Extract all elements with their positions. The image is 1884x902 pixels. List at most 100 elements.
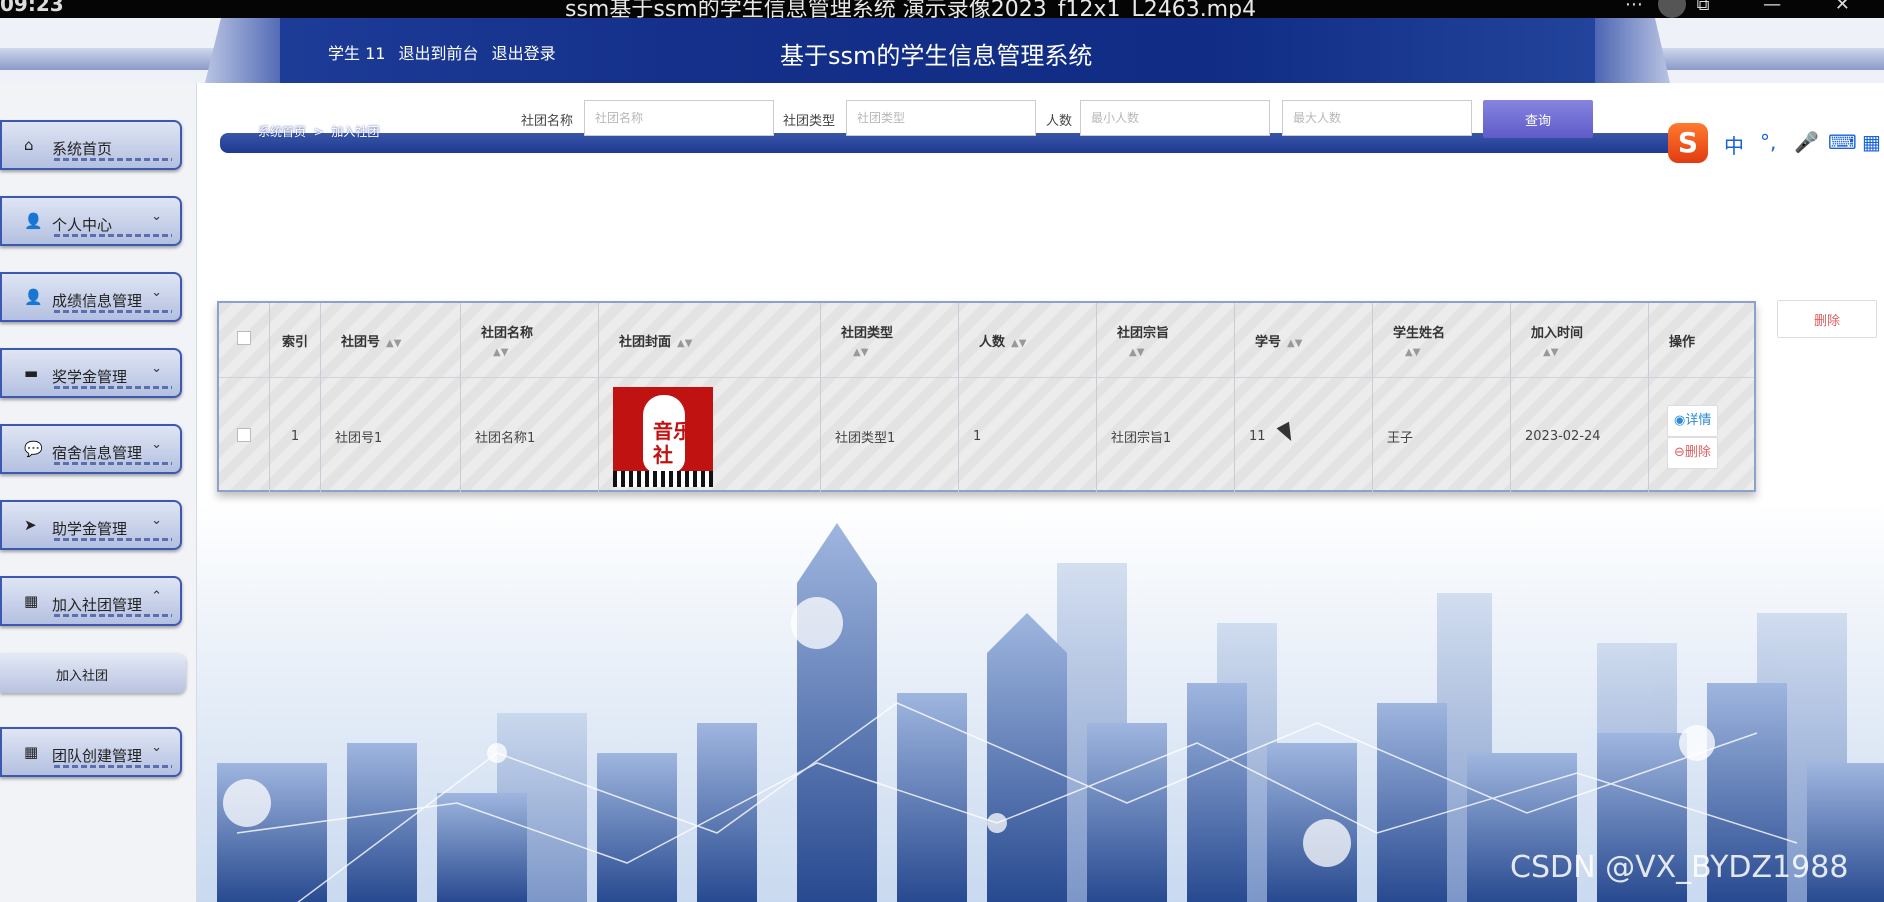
sidebar-item-dorm[interactable]: 💬 宿舍信息管理 ⌄ [0, 424, 182, 474]
col-purpose[interactable]: 社团宗旨 ▲▼ [1096, 303, 1235, 378]
app-header: 学生 11 退出到前台 退出登录 基于ssm的学生信息管理系统 [0, 18, 1884, 83]
cell-club-name: 社团名称1 [460, 377, 599, 495]
select-all-header [219, 303, 270, 378]
club-table: 索引 社团号 ▲▼ 社团名称 ▲▼ 社团封面 ▲▼ 社团类型 ▲▼ 人数 ▲▼ 社团宗旨 ▲… [217, 301, 1756, 495]
menu-stripe [54, 310, 172, 313]
chevron-down-icon: ⌄ [151, 513, 162, 528]
col-student-no[interactable]: 学号 ▲▼ [1234, 303, 1373, 378]
cell-club-no: 社团号1 [320, 377, 461, 495]
sidebar-item-grades[interactable]: 👤 成绩信息管理 ⌄ [0, 272, 182, 322]
sidebar-item-label: 成绩信息管理 [52, 292, 143, 310]
col-ops: 操作 [1648, 303, 1754, 378]
microphone-icon[interactable]: 🎤 [1794, 130, 1819, 154]
chinese-mode-icon[interactable]: 中 [1724, 130, 1744, 159]
send-icon: ➤ [24, 516, 37, 534]
cell-index: 1 [269, 377, 321, 495]
piano-keys [613, 470, 713, 487]
sort-icon[interactable]: ▲▼ [677, 338, 692, 349]
detail-button[interactable]: ◉详情 [1667, 404, 1719, 437]
cell-club-type: 社团类型1 [820, 377, 959, 495]
club-name-label: 社团名称 [521, 114, 574, 129]
sort-icon[interactable]: ▲▼ [1543, 347, 1647, 358]
sort-icon[interactable]: ▲▼ [853, 347, 957, 358]
delete-label: 删除 [1684, 444, 1711, 460]
punctuation-icon[interactable]: °, [1760, 130, 1776, 154]
ime-toolbar: S 中 °, 🎤 ⌨ ▦ [1668, 120, 1884, 164]
sidebar-item-label: 个人中心 [52, 216, 113, 234]
col-club-type[interactable]: 社团类型 ▲▼ [820, 303, 959, 378]
sort-icon[interactable]: ▲▼ [1129, 347, 1233, 358]
card-icon: ▬ [24, 364, 39, 382]
col-student-name[interactable]: 学生姓名 ▲▼ [1372, 303, 1511, 378]
sidebar-subitem-join-club[interactable]: 加入社团 [0, 653, 186, 693]
header-wing-left [205, 18, 285, 83]
sort-icon[interactable]: ▲▼ [386, 338, 401, 349]
menu-stripe [54, 234, 172, 237]
sidebar-item-label: 团队创建管理 [52, 747, 143, 765]
sidebar-item-label: 助学金管理 [52, 520, 128, 538]
sort-icon[interactable]: ▲▼ [493, 347, 597, 358]
sidebar-item-label: 加入社团管理 [52, 596, 143, 614]
sidebar-item-personal[interactable]: 👤 个人中心 ⌄ [0, 196, 182, 246]
max-count-input[interactable] [1282, 100, 1472, 136]
breadcrumb-current: 加入社团 [331, 125, 380, 139]
user-icon: 👤 [24, 288, 43, 306]
cell-count: 1 [958, 377, 1097, 495]
col-index: 索引 [269, 303, 321, 378]
sogou-logo-icon[interactable]: S [1668, 123, 1708, 163]
club-name-input[interactable] [584, 100, 774, 136]
front-link[interactable]: 退出到前台 [399, 44, 479, 63]
col-club-no[interactable]: 社团号 ▲▼ [320, 303, 461, 378]
sort-icon[interactable]: ▲▼ [1011, 338, 1026, 349]
breadcrumb-home[interactable]: 系统首页 [258, 125, 306, 139]
sidebar-item-club[interactable]: ▦ 加入社团管理 ⌃ [0, 576, 182, 626]
chat-icon: 💬 [24, 440, 43, 458]
table-row: 1 社团号1 社团名称1 音乐 社 社团类型1 1 社团宗旨1 11 王子 20… [219, 377, 1754, 495]
sort-icon[interactable]: ▲▼ [1287, 338, 1302, 349]
sort-icon[interactable]: ▲▼ [1405, 347, 1509, 358]
breadcrumb-separator: > [313, 125, 324, 139]
chevron-up-icon: ⌃ [151, 589, 162, 604]
sidebar-item-team[interactable]: ▦ 团队创建管理 ⌄ [0, 727, 182, 777]
cover-text: 社 [653, 442, 673, 467]
delete-button[interactable]: ⊖删除 [1667, 436, 1718, 469]
menu-stripe [54, 462, 172, 465]
cell-purpose: 社团宗旨1 [1096, 377, 1235, 495]
sidebar-item-grant[interactable]: ➤ 助学金管理 ⌄ [0, 500, 182, 550]
club-cover-image[interactable]: 音乐 社 [613, 386, 713, 487]
min-count-input[interactable] [1080, 100, 1270, 136]
video-clock: 09:23 [0, 0, 64, 16]
sidebar: ⌂ 系统首页 👤 个人中心 ⌄ 👤 成绩信息管理 ⌄ ▬ 奖学金管理 ⌄ 💬 宿… [0, 83, 197, 902]
row-checkbox[interactable] [237, 427, 251, 442]
sidebar-item-scholarship[interactable]: ▬ 奖学金管理 ⌄ [0, 348, 182, 398]
col-count[interactable]: 人数 ▲▼ [958, 303, 1097, 378]
sidebar-item-label: 宿舍信息管理 [52, 444, 143, 462]
watermark: CSDN @VX_BYDZ1988 [1510, 850, 1849, 885]
window-controls[interactable]: ⋯ ⧉ — ✕ [1625, 0, 1874, 15]
sidebar-item-label: 奖学金管理 [52, 368, 128, 386]
menu-stripe [54, 386, 172, 389]
logout-link[interactable]: 退出登录 [492, 44, 556, 63]
batch-delete-button[interactable]: 删除 [1777, 300, 1877, 338]
chevron-down-icon: ⌄ [151, 285, 162, 300]
col-join-time[interactable]: 加入时间 ▲▼ [1510, 303, 1649, 378]
table-header-row: 索引 社团号 ▲▼ 社团名称 ▲▼ 社团封面 ▲▼ 社团类型 ▲▼ 人数 ▲▼ 社团宗旨 ▲… [219, 303, 1754, 378]
eye-icon: ◉ [1674, 412, 1686, 428]
search-button[interactable]: 查询 [1483, 100, 1593, 138]
select-all-checkbox[interactable] [237, 331, 251, 345]
keyboard-icon[interactable]: ⌨ [1828, 130, 1857, 154]
col-label: 社团封面 [619, 334, 672, 350]
col-club-name[interactable]: 社团名称 ▲▼ [460, 303, 599, 378]
col-label: 学生姓名 [1393, 326, 1446, 341]
cell-cover: 音乐 社 [598, 377, 821, 495]
apps-grid-icon[interactable]: ▦ [1862, 130, 1881, 154]
chevron-down-icon: ⌄ [151, 437, 162, 452]
sidebar-item-home[interactable]: ⌂ 系统首页 [0, 120, 182, 170]
cell-join-time: 2023-02-24 [1510, 377, 1649, 495]
city-skyline-background [197, 503, 1884, 902]
club-type-input[interactable] [846, 100, 1036, 136]
col-label: 社团宗旨 [1117, 326, 1170, 341]
grid-icon: ▦ [24, 743, 39, 761]
row-select-cell [219, 377, 270, 495]
col-cover[interactable]: 社团封面 ▲▼ [598, 303, 821, 378]
